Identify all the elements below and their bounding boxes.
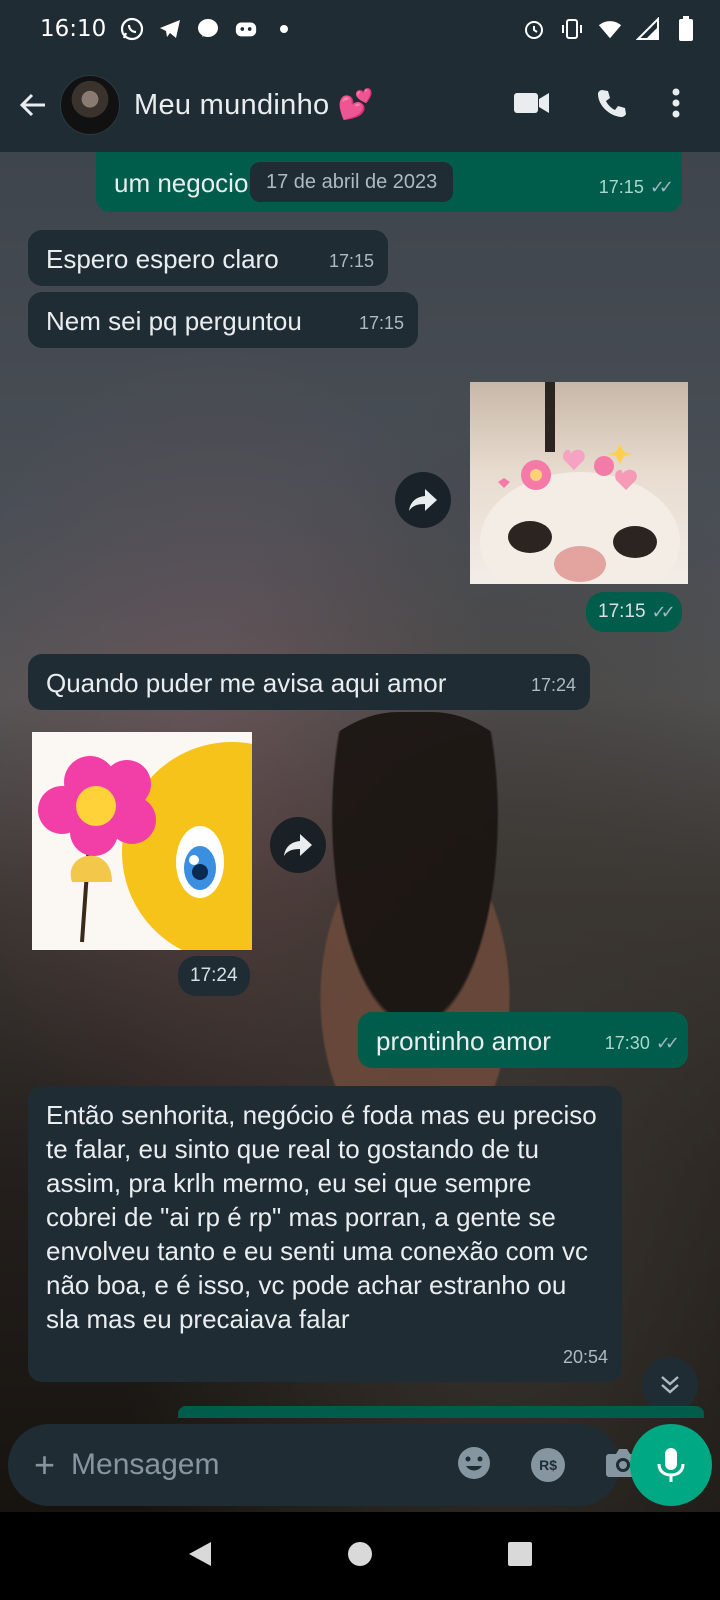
read-ticks-icon: ✓✓ [649, 177, 674, 197]
message-text: Nem sei pq perguntou [46, 306, 302, 336]
sticker-cat-with-hearts[interactable] [470, 382, 688, 584]
message-time: 17:15 [598, 177, 644, 197]
message-time: 17:15 [328, 251, 374, 271]
message-incoming[interactable]: Quando puder me avisa aqui amor 17:24 [28, 654, 590, 710]
emoji-icon[interactable] [457, 1446, 491, 1485]
message-time: 17:15 [598, 601, 646, 622]
sticker-time-chip: 17:15 ✓✓ [586, 592, 682, 632]
alarm-icon [522, 17, 546, 41]
voice-call-icon[interactable] [596, 88, 626, 123]
telegram-icon [158, 17, 182, 41]
avatar[interactable] [60, 75, 120, 135]
sticker-time-chip: 17:24 [178, 956, 250, 996]
message-text: prontinho amor [376, 1026, 551, 1056]
system-nav-bar [0, 1512, 720, 1600]
messenger-icon [196, 17, 220, 41]
sticker-smiley-with-flower[interactable] [32, 732, 252, 950]
contact-name[interactable]: Meu mundinho 💕 [134, 88, 374, 122]
nav-recents-icon[interactable] [507, 1541, 533, 1572]
video-call-icon[interactable] [514, 91, 550, 120]
message-time: 17:15 [358, 313, 404, 333]
signal-icon [636, 17, 660, 41]
nav-back-icon[interactable] [187, 1540, 213, 1573]
pix-payment-icon[interactable]: R$ [531, 1448, 566, 1482]
message-composer: + R$ [8, 1424, 641, 1506]
mic-icon [657, 1448, 685, 1482]
more-vert-icon[interactable] [672, 88, 680, 123]
dot-icon [272, 17, 296, 41]
date-chip: 17 de abril de 2023 [250, 162, 454, 202]
message-time: 17:24 [530, 675, 576, 695]
message-incoming[interactable]: Nem sei pq perguntou 17:15 [28, 292, 418, 348]
message-text: um negocio [114, 168, 249, 198]
message-incoming[interactable]: Espero espero claro 17:15 [28, 230, 388, 286]
wifi-icon [598, 17, 622, 41]
back-arrow-icon[interactable] [12, 84, 54, 126]
message-time: 17:30 [604, 1033, 650, 1053]
status-time: 16:10 [40, 16, 107, 42]
read-ticks-icon: ✓✓ [655, 1033, 680, 1053]
message-input[interactable] [71, 1448, 458, 1482]
message-text: Espero espero claro [46, 244, 279, 274]
message-text: Então senhorita, negócio é foda mas eu p… [46, 1100, 597, 1334]
battery-icon [674, 16, 698, 41]
nav-home-icon[interactable] [347, 1541, 373, 1572]
read-ticks-icon: ✓✓ [651, 601, 676, 622]
whatsapp-icon [120, 17, 144, 41]
message-text: Quando puder me avisa aqui amor [46, 668, 447, 698]
message-outgoing-partial [178, 1406, 704, 1418]
attach-plus-icon[interactable]: + [34, 1444, 55, 1486]
message-incoming[interactable]: Então senhorita, negócio é foda mas eu p… [28, 1086, 622, 1382]
mic-button[interactable] [630, 1424, 712, 1506]
scroll-to-bottom-button[interactable] [642, 1357, 698, 1413]
status-bar: 16:10 [0, 0, 720, 58]
vibrate-icon [560, 17, 584, 41]
message-time: 20:54 [562, 1347, 608, 1367]
chat-header: Meu mundinho 💕 [0, 58, 720, 152]
discord-icon [234, 17, 258, 41]
forward-button[interactable] [270, 817, 326, 873]
chat-area[interactable]: um negocio 17:15 ✓✓ 17 de abril de 2023 E… [0, 152, 720, 1512]
message-time: 17:24 [190, 965, 238, 986]
pix-label: R$ [539, 1457, 557, 1473]
message-outgoing[interactable]: prontinho amor 17:30 ✓✓ [358, 1012, 688, 1068]
forward-button[interactable] [395, 472, 451, 528]
